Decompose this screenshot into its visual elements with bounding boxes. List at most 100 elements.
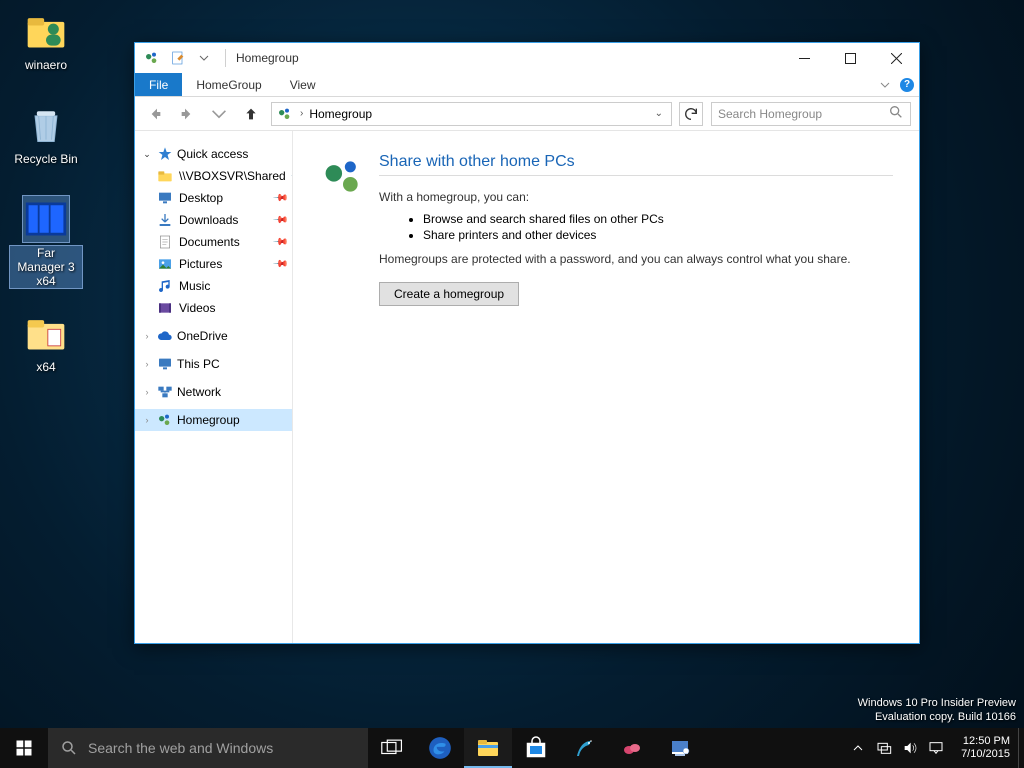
desktop-icon-recycle-bin[interactable]: Recycle Bin [10,102,82,166]
window-title: Homegroup [232,51,299,65]
navpane-quick-access[interactable]: ⌄ Quick access [135,143,292,165]
taskbar: Search the web and Windows 12:50 PM 7/10… [0,728,1024,768]
cloud-icon [157,328,173,344]
navpane-qa-item[interactable]: Desktop 📌 [135,187,292,209]
navpane-label: Desktop [179,191,223,205]
navpane-qa-item[interactable]: \\VBOXSVR\Shared📌 [135,165,292,187]
taskbar-search[interactable]: Search the web and Windows [48,728,368,768]
refresh-button[interactable] [679,102,703,126]
back-button[interactable] [143,102,167,126]
navpane-label: Pictures [179,257,222,271]
ribbon-tabs: File HomeGroup View ? [135,73,919,97]
taskbar-app-2[interactable] [608,728,656,768]
show-desktop-button[interactable] [1018,728,1024,768]
volume-icon[interactable] [901,739,919,757]
homegroup-icon [141,47,163,69]
navpane-label: Documents [179,235,240,249]
content-footer: Homegroups are protected with a password… [379,252,893,266]
title-bar[interactable]: Homegroup [135,43,919,73]
navpane-qa-item[interactable]: Videos [135,297,292,319]
navigation-bar: › Homegroup ⌄ Search Homegroup [135,97,919,131]
tab-homegroup[interactable]: HomeGroup [182,73,275,96]
content-intro: With a homegroup, you can: [379,190,893,204]
taskbar-clock[interactable]: 12:50 PM 7/10/2015 [953,728,1018,768]
action-center-icon[interactable] [927,739,945,757]
up-button[interactable] [239,102,263,126]
file-explorer-window: Homegroup File HomeGroup View ? › Homegr… [134,42,920,644]
close-button[interactable] [873,43,919,73]
address-dropdown-icon[interactable]: ⌄ [651,108,667,119]
navpane-label: Network [177,385,221,399]
taskbar-store[interactable] [512,728,560,768]
navpane-label: Music [179,279,210,293]
task-view-button[interactable] [368,728,416,768]
navpane-network[interactable]: › Network [135,381,292,403]
help-icon: ? [900,78,914,92]
ribbon-expand-icon[interactable] [875,73,895,96]
net-folder-icon [157,168,173,184]
desktop-icon-winaero[interactable]: winaero [10,8,82,72]
forward-button[interactable] [175,102,199,126]
navpane-label: \\VBOXSVR\Shared [179,169,286,183]
system-tray [841,728,953,768]
start-button[interactable] [0,728,48,768]
navpane-qa-item[interactable]: Downloads 📌 [135,209,292,231]
videos-icon [157,300,173,316]
help-button[interactable]: ? [895,73,919,96]
navpane-qa-item[interactable]: Pictures 📌 [135,253,292,275]
breadcrumb-location[interactable]: Homegroup [309,107,372,121]
pin-icon: 📌 [271,190,288,207]
navpane-label: Downloads [179,213,238,227]
navpane-qa-item[interactable]: Documents 📌 [135,231,292,253]
taskbar-edge[interactable] [416,728,464,768]
qat-dropdown-icon[interactable] [193,47,215,69]
folder-icon [23,310,69,356]
search-input[interactable]: Search Homegroup [711,102,911,126]
taskbar-search-placeholder: Search the web and Windows [88,740,273,756]
navpane-label: Homegroup [177,413,240,427]
windows-watermark: Windows 10 Pro Insider Preview Evaluatio… [858,696,1016,724]
desktop-icon-label: Recycle Bin [14,152,77,166]
pin-icon: 📌 [271,212,288,229]
desktop-icon-label: x64 [36,360,55,374]
pictures-icon [157,256,173,272]
chevron-right-icon: › [141,331,153,341]
taskbar-file-explorer[interactable] [464,728,512,768]
downloads-icon [157,212,173,228]
divider [225,49,226,67]
navpane-homegroup[interactable]: › Homegroup [135,409,292,431]
desktop-icon-far-manager[interactable]: Far Manager 3 x64 [10,196,82,288]
desktop-icon-x64[interactable]: x64 [10,310,82,374]
taskbar-app-1[interactable] [560,728,608,768]
navpane-qa-item[interactable]: Music [135,275,292,297]
minimize-button[interactable] [781,43,827,73]
taskbar-app-3[interactable] [656,728,704,768]
far-manager-icon [23,196,69,242]
qat-properties-icon[interactable] [167,47,189,69]
address-bar[interactable]: › Homegroup ⌄ [271,102,672,126]
tab-view[interactable]: View [276,73,330,96]
navpane-this-pc[interactable]: › This PC [135,353,292,375]
star-icon [157,146,173,162]
chevron-right-icon: › [141,359,153,369]
search-placeholder: Search Homegroup [718,107,822,121]
content-bullet: Share printers and other devices [423,228,893,242]
maximize-button[interactable] [827,43,873,73]
content-bullets: Browse and search shared files on other … [423,212,893,242]
create-homegroup-button[interactable]: Create a homegroup [379,282,519,306]
navigation-pane: ⌄ Quick access \\VBOXSVR\Shared📌Desktop📌… [135,131,293,643]
user-folder-icon [23,8,69,54]
tab-file[interactable]: File [135,73,182,96]
tray-overflow-icon[interactable] [849,739,867,757]
navpane-label: This PC [177,357,220,371]
clock-date: 7/10/2015 [961,748,1010,761]
recent-locations-button[interactable] [207,102,231,126]
music-icon [157,278,173,294]
network-icon[interactable] [875,739,893,757]
divider [379,175,893,176]
navpane-onedrive[interactable]: › OneDrive [135,325,292,347]
chevron-right-icon: › [141,387,153,397]
chevron-right-icon[interactable]: › [300,108,303,119]
pin-icon: 📌 [271,234,288,251]
pin-icon: 📌 [271,256,288,273]
